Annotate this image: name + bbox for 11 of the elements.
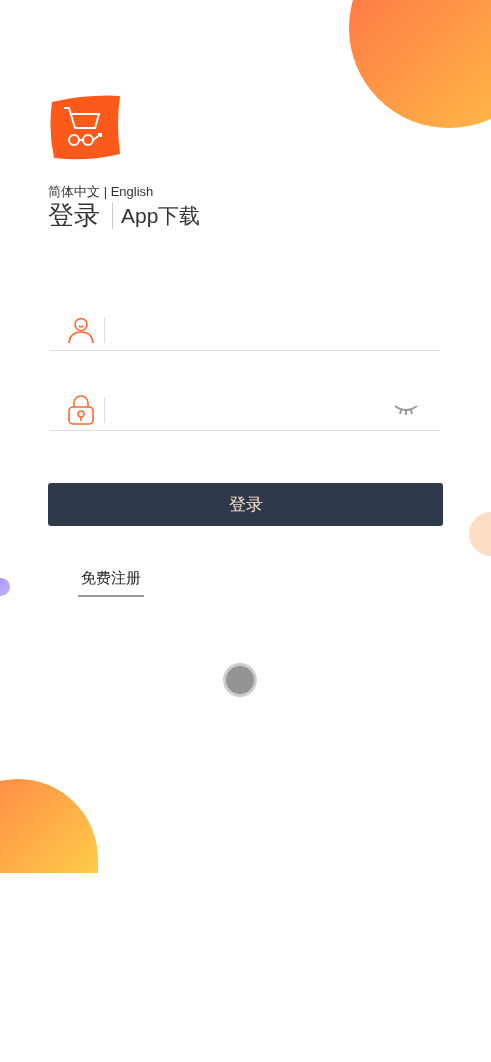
lock-icon	[68, 395, 94, 426]
language-option[interactable]: 简体中文	[48, 184, 100, 199]
register-link[interactable]: 免费注册	[78, 566, 144, 598]
language-option[interactable]: English	[110, 184, 154, 199]
separator: |	[103, 184, 107, 199]
eye-closed-icon[interactable]	[394, 404, 418, 417]
login-button[interactable]: 登录	[48, 482, 443, 526]
floating-button[interactable]	[223, 663, 257, 697]
user-icon	[68, 317, 94, 344]
page-title: 登录	[48, 199, 100, 231]
download-link[interactable]: App下载	[112, 201, 201, 229]
